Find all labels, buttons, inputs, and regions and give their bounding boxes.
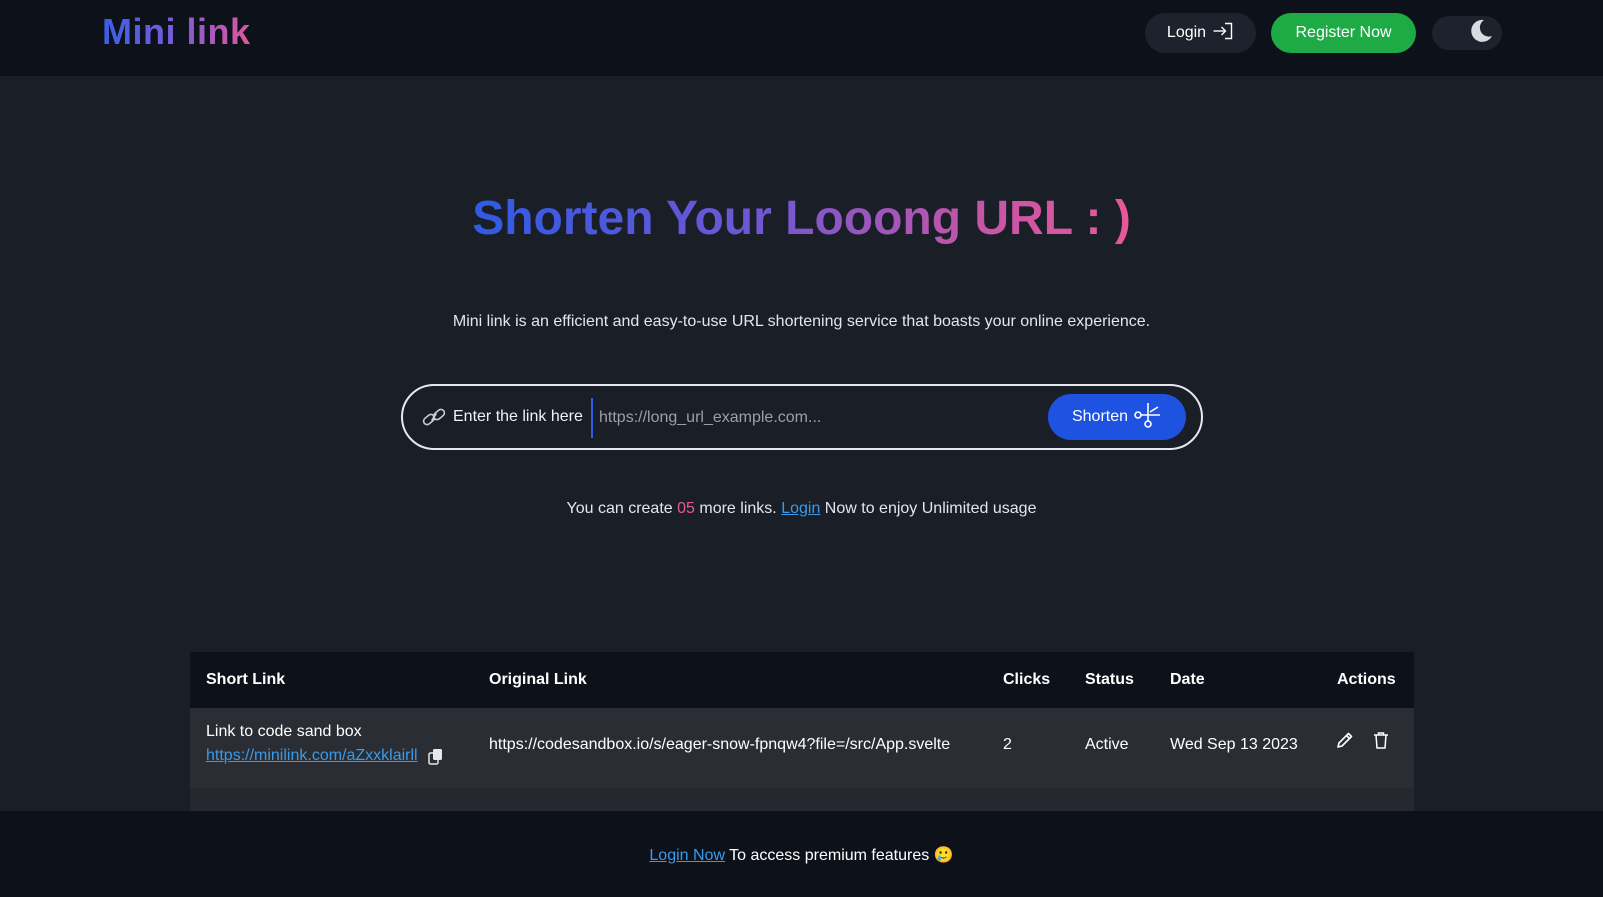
column-header-original-link: Original Link [489,671,587,688]
url-input-label: Enter the link here [453,408,583,425]
link-icon [421,406,447,433]
table-header: Short Link Original Link Clicks Status D… [190,652,1414,708]
url-input[interactable] [599,402,1029,434]
hero-subtitle: Mini link is an efficient and easy-to-us… [452,313,1151,330]
theme-toggle[interactable] [1432,16,1502,50]
quota-middle: more links. [699,500,777,517]
trash-icon[interactable] [1373,731,1389,754]
url-shortener-form: Enter the link here Shorten [401,384,1203,450]
links-table: Short Link Original Link Clicks Status D… [190,652,1414,828]
scissors-icon [1132,401,1162,434]
shorten-button[interactable]: Shorten [1048,394,1186,440]
login-button-label: Login [1166,24,1207,41]
site-header: Mini link Login Register Now [0,0,1603,76]
quota-login-link[interactable]: Login [781,500,820,517]
footer-login-link[interactable]: Login Now [649,847,725,864]
login-arrow-icon [1212,22,1234,45]
created-date: Wed Sep 13 2023 [1170,736,1298,753]
shorten-button-label: Shorten [1071,408,1129,425]
status-label: Active [1085,736,1129,753]
copy-icon[interactable] [428,748,444,771]
column-header-short-link: Short Link [206,671,286,688]
premium-footer: Login Now To access premium features 🥲 [0,811,1603,897]
short-link[interactable]: https://minilink.com/aZxxklairll [206,747,418,765]
moon-icon [1468,18,1494,49]
link-name: Link to code sand box [206,723,362,740]
footer-text: To access premium features 🥲 [729,847,954,864]
column-header-actions: Actions [1337,671,1396,688]
quota-suffix: Now to enjoy Unlimited usage [824,500,1037,517]
original-link: https://codesandbox.io/s/eager-snow-fpnq… [489,736,951,753]
quota-prefix: You can create [566,500,673,517]
hero-title: Shorten Your Looong URL : ) [472,192,1131,245]
register-button[interactable]: Register Now [1271,13,1416,53]
login-button[interactable]: Login [1145,13,1256,53]
remaining-count: 05 [677,500,695,517]
usage-quota: You can create 05 more links. Login Now … [0,500,1603,518]
pencil-icon[interactable] [1336,731,1354,754]
logo[interactable]: Mini link [102,12,251,52]
input-divider [591,398,593,438]
column-header-date: Date [1170,671,1205,688]
table-row: Link to code sand box https://minilink.c… [190,708,1414,788]
click-count: 2 [1003,736,1012,753]
column-header-status: Status [1085,671,1134,688]
column-header-clicks: Clicks [1003,671,1051,688]
